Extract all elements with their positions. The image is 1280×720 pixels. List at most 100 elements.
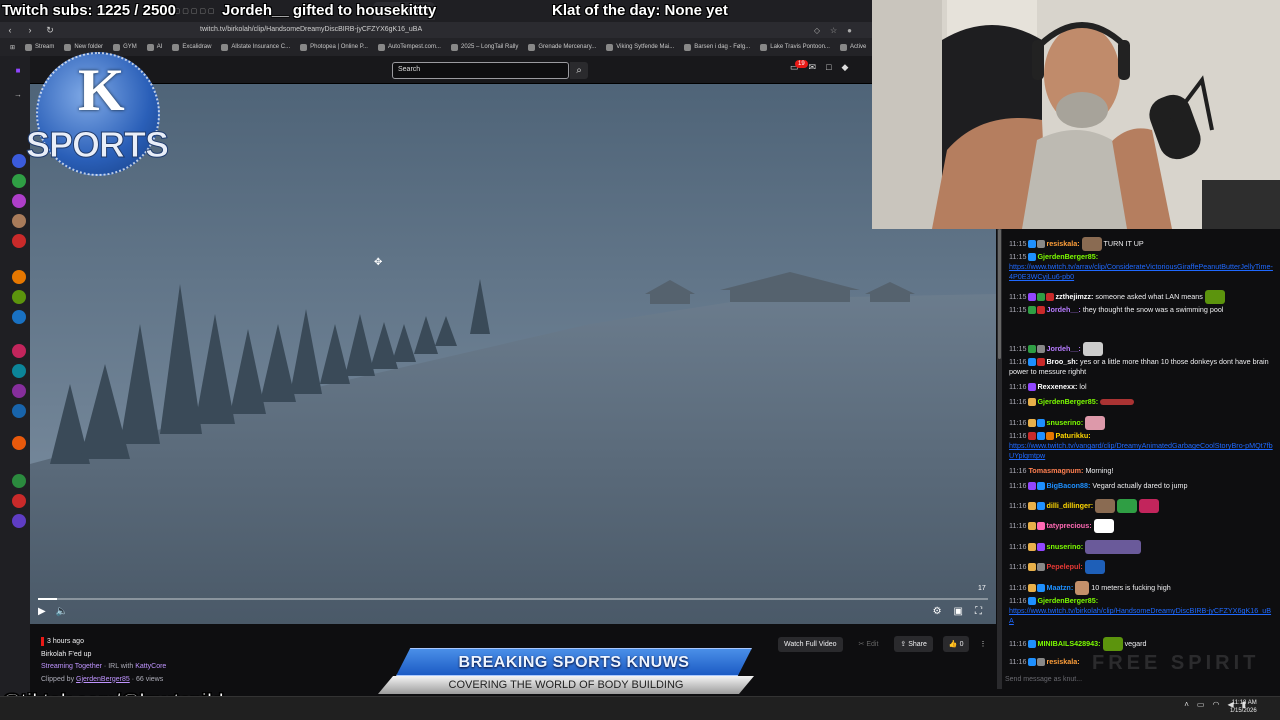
watch-full-video-button[interactable]: Watch Full Video: [778, 636, 843, 652]
klat-of-day-overlay: Klat of the day: None yet: [552, 2, 728, 19]
reload-icon[interactable]: ↻: [40, 25, 60, 36]
breaking-news-banner: BREAKING SPORTS KNUWS COVERING THE WORLD…: [378, 648, 754, 696]
avatar[interactable]: [12, 436, 26, 450]
avatar[interactable]: [12, 234, 26, 248]
avatar[interactable]: [12, 384, 26, 398]
chat-username[interactable]: Pepelepul:: [1046, 562, 1082, 571]
video-player[interactable]: [30, 84, 996, 624]
chat-username[interactable]: Jordeh__:: [1046, 344, 1080, 353]
avatar[interactable]: [12, 270, 26, 284]
badge-icon: [1028, 658, 1037, 667]
webcam-image: [872, 0, 1280, 229]
chat-username[interactable]: zzthejimzz:: [1055, 292, 1093, 301]
chat-username[interactable]: Maatzn:: [1046, 583, 1073, 592]
share-button[interactable]: ⇪ Share: [894, 636, 933, 652]
clipper-link[interactable]: GjerdenBerger85: [76, 676, 130, 683]
avatar[interactable]: [12, 514, 26, 528]
bookmark-item[interactable]: AutoTempest.com...: [377, 43, 441, 51]
like-button[interactable]: 👍 0: [942, 636, 970, 652]
edit-button[interactable]: ✂ Edit: [853, 636, 885, 652]
apps-icon[interactable]: ⊞: [10, 44, 15, 51]
emote-icon: [1075, 581, 1090, 595]
back-icon[interactable]: ‹: [0, 25, 20, 35]
avatar[interactable]: [12, 364, 26, 378]
bookmark-icon[interactable]: ☆: [830, 26, 837, 35]
avatar[interactable]: [12, 404, 26, 418]
bits-icon[interactable]: ◆: [842, 62, 849, 73]
avatar[interactable]: [12, 290, 26, 304]
avatar[interactable]: [12, 494, 26, 508]
badge-icon: [1028, 584, 1037, 592]
bookmark-item[interactable]: Active: [839, 43, 866, 51]
chat-username[interactable]: MINIBAILS428943:: [1037, 639, 1100, 648]
theatre-mode-icon[interactable]: ▣: [954, 606, 963, 617]
bookmark-item[interactable]: Stream: [25, 43, 54, 51]
activity-icon[interactable]: □: [826, 62, 831, 73]
avatar[interactable]: [12, 214, 26, 228]
search-input[interactable]: Search: [392, 62, 569, 79]
url-field[interactable]: twitch.tv/birkolah/clip/HandsomeDreamyDi…: [200, 24, 680, 36]
whispers-icon[interactable]: ✉: [809, 62, 817, 73]
chat-username[interactable]: GjerdenBerger85:: [1037, 397, 1098, 406]
chat-link[interactable]: https://www.twitch.tv/arrav/clip/Conside…: [1009, 262, 1274, 282]
bookmark-item[interactable]: AI: [146, 43, 162, 51]
chat-username[interactable]: GjerdenBerger85:: [1037, 596, 1098, 605]
extension-icon[interactable]: ◇: [814, 26, 820, 35]
chat-username[interactable]: Broo_sh:: [1046, 357, 1078, 366]
chat-username[interactable]: Jordeh__:: [1046, 305, 1080, 314]
bookmark-item[interactable]: Grenade Mercenary...: [528, 43, 596, 51]
scrollbar-thumb[interactable]: [998, 229, 1001, 359]
badge-icon: [1028, 597, 1037, 606]
network-icon[interactable]: ▭: [1197, 700, 1205, 709]
avatar[interactable]: [12, 474, 26, 488]
chat-message: 11:16 Rexxenexx: lol: [1009, 382, 1087, 392]
bookmark-item[interactable]: Viking Sytfende Mai...: [606, 43, 674, 51]
chat-username[interactable]: resiskala:: [1046, 239, 1079, 248]
chat-username[interactable]: Tomasmagnum:: [1028, 466, 1083, 475]
chat-username[interactable]: Paturikku:: [1055, 431, 1090, 440]
settings-icon[interactable]: ⚙: [933, 606, 942, 617]
chat-username[interactable]: dilli_dillinger:: [1046, 501, 1093, 510]
bookmark-item[interactable]: Photopea | Online P...: [300, 43, 368, 51]
bookmark-item[interactable]: 2025 – LongTail Rally: [450, 43, 518, 51]
emote-icon: [1095, 499, 1116, 513]
video-progress-bar[interactable]: [38, 598, 988, 600]
chat-username[interactable]: GjerdenBerger85:: [1037, 252, 1098, 261]
volume-icon[interactable]: 🔈: [56, 606, 68, 617]
bookmark-item[interactable]: Lake Travis Pontoon...: [760, 43, 830, 51]
chat-username[interactable]: Rexxenexx:: [1037, 382, 1077, 391]
chat-link[interactable]: https://www.twitch.tv/birkolah/clip/Hand…: [1009, 606, 1274, 626]
chat-link[interactable]: https://www.twitch.tv/vangard/clip/Dream…: [1009, 441, 1274, 461]
avatar[interactable]: [12, 194, 26, 208]
chat-username[interactable]: resiskala:: [1046, 657, 1079, 666]
streaming-together-link[interactable]: Streaming Together: [41, 663, 102, 670]
partner-link[interactable]: KattyCore: [135, 663, 166, 670]
bookmark-item[interactable]: Barsen i dag - Følg...: [684, 43, 750, 51]
chat-username[interactable]: snuserino:: [1046, 542, 1083, 551]
chevron-up-icon[interactable]: ˄: [1184, 700, 1189, 709]
forward-icon[interactable]: ›: [20, 25, 40, 35]
play-icon[interactable]: ▶: [38, 606, 46, 617]
chat-username[interactable]: BigBacon88:: [1046, 481, 1090, 490]
taskbar-clock[interactable]: 11:18 AM 1/15/2026: [1230, 699, 1257, 715]
wifi-icon[interactable]: ◠: [1212, 700, 1219, 709]
badge-icon: [1037, 522, 1046, 530]
bookmark-item[interactable]: GYM: [113, 43, 137, 51]
avatar[interactable]: [12, 344, 26, 358]
fullscreen-icon[interactable]: ⛶: [975, 606, 982, 617]
chat-message: 11:15 GjerdenBerger85: https://www.twitch…: [1009, 252, 1274, 282]
chat-username[interactable]: snuserino:: [1046, 418, 1083, 427]
avatar[interactable]: [12, 310, 26, 324]
page-scrollbar[interactable]: [997, 229, 1002, 689]
bookmark-item[interactable]: Allstate Insurance C...: [221, 43, 290, 51]
bookmark-item[interactable]: Excalidraw: [172, 43, 211, 51]
chat-input[interactable]: Send message as knut...: [1005, 676, 1082, 683]
profile-icon[interactable]: ●: [847, 26, 852, 35]
search-icon[interactable]: ⌕: [570, 62, 588, 79]
bookmark-item[interactable]: New folder: [64, 43, 103, 51]
badge-icon: [1028, 563, 1037, 571]
more-options-icon[interactable]: ⋮: [979, 640, 986, 648]
chat-username[interactable]: tatyprecious:: [1046, 521, 1091, 530]
badge-icon: [1028, 640, 1037, 648]
video-time-label: 17: [978, 585, 986, 592]
